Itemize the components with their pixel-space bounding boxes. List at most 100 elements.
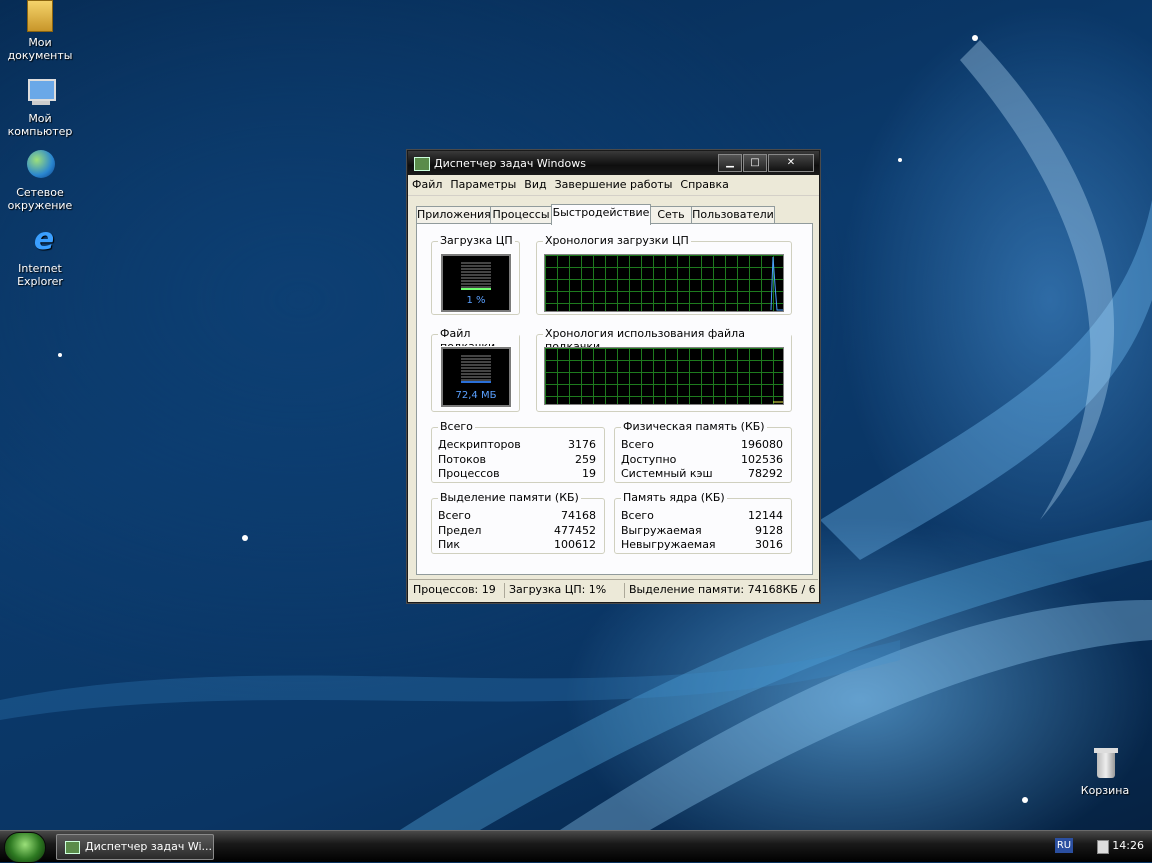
kernel-total-label: Всего [621, 509, 654, 522]
my-computer-icon [23, 76, 57, 110]
commit-peak-label: Пик [438, 538, 461, 551]
close-button[interactable]: ✕ [768, 154, 814, 172]
pagefile-meter: 72,4 МБ [440, 346, 512, 408]
start-button[interactable] [4, 832, 46, 863]
pagefile-history-graph [544, 347, 784, 405]
physical-cache-value: 78292 [748, 467, 783, 480]
physical-available-label: Доступно [621, 453, 677, 466]
physical-memory-row: Доступно 102536 [621, 453, 783, 467]
title-bar[interactable]: Диспетчер задач Windows ▁ □ ✕ [408, 151, 819, 175]
commit-charge-row: Всего 74168 [438, 509, 596, 523]
totals-group: Всего Дескрипторов 3176 Потоков 259 Процес… [431, 420, 605, 483]
commit-charge-row: Предел 477452 [438, 524, 596, 538]
commit-charge-group: Выделение памяти (КБ) Всего 74168 Предел 4… [431, 491, 605, 554]
physical-cache-label: Системный кэш [621, 467, 713, 480]
menu-file[interactable]: Файл [408, 175, 446, 191]
performance-panel: Загрузка ЦП 1 % Хронология загрузки ЦП Ф… [416, 223, 813, 575]
status-processes: Процессов: 19 [413, 583, 496, 596]
kernel-paged-value: 9128 [755, 524, 783, 537]
desktop-icon-internet-explorer[interactable]: e Internet Explorer [2, 222, 78, 289]
kernel-memory-row: Всего 12144 [621, 509, 783, 523]
desktop-icon-my-documents[interactable]: Мои документы [2, 0, 78, 62]
desktop-icon-my-computer[interactable]: Мой компьютер [2, 76, 78, 138]
physical-total-label: Всего [621, 438, 654, 451]
tray-icon[interactable] [1097, 840, 1109, 854]
taskbar-button-label: Диспетчер задач Wi... [85, 840, 213, 853]
pagefile-history-group: Хронология использования файла подкачки [536, 327, 792, 412]
tab-performance[interactable]: Быстродействие [551, 204, 651, 225]
totals-threads-value: 259 [575, 453, 596, 466]
desktop-icon-label: Сетевое окружение [7, 186, 73, 212]
cpu-usage-fill [461, 288, 491, 290]
tab-users[interactable]: Пользователи [691, 206, 775, 224]
tab-applications[interactable]: Приложения [416, 206, 491, 224]
recycle-bin-icon [1088, 748, 1122, 782]
minimize-button[interactable]: ▁ [718, 154, 742, 172]
menu-bar: Файл Параметры Вид Завершение работы Справка [408, 175, 819, 196]
cpu-usage-bars [461, 262, 491, 290]
maximize-button[interactable]: □ [743, 154, 767, 172]
commit-peak-value: 100612 [554, 538, 596, 551]
commit-total-label: Всего [438, 509, 471, 522]
kernel-memory-label: Память ядра (КБ) [621, 491, 727, 504]
commit-limit-value: 477452 [554, 524, 596, 537]
task-manager-icon [414, 157, 430, 171]
kernel-memory-row: Выгружаемая 9128 [621, 524, 783, 538]
physical-memory-group: Физическая память (КБ) Всего 196080 Досту… [614, 420, 792, 483]
desktop-icon-label: Корзина [1080, 784, 1130, 797]
menu-shutdown[interactable]: Завершение работы [551, 175, 677, 191]
physical-memory-row: Всего 196080 [621, 438, 783, 452]
menu-view[interactable]: Вид [520, 175, 550, 191]
physical-available-value: 102536 [741, 453, 783, 466]
task-manager-icon [65, 841, 80, 854]
internet-explorer-icon: e [33, 222, 55, 257]
totals-processes-label: Процессов [438, 467, 500, 480]
cpu-history-group: Хронология загрузки ЦП [536, 234, 792, 315]
language-indicator[interactable]: RU [1055, 838, 1073, 853]
totals-row: Процессов 19 [438, 467, 596, 481]
cpu-history-label: Хронология загрузки ЦП [543, 234, 691, 247]
totals-row: Дескрипторов 3176 [438, 438, 596, 452]
network-places-icon [23, 150, 57, 184]
taskbar-button-task-manager[interactable]: Диспетчер задач Wi... [56, 834, 214, 860]
physical-memory-row: Системный кэш 78292 [621, 467, 783, 481]
cpu-usage-meter: 1 % [440, 253, 512, 313]
commit-limit-label: Предел [438, 524, 482, 537]
commit-charge-row: Пик 100612 [438, 538, 596, 552]
tab-networking[interactable]: Сеть [650, 206, 692, 224]
window-title: Диспетчер задач Windows [434, 157, 586, 170]
totals-handles-value: 3176 [568, 438, 596, 451]
kernel-total-value: 12144 [748, 509, 783, 522]
desktop-icon-recycle-bin[interactable]: Корзина [1067, 748, 1143, 797]
cpu-usage-label: Загрузка ЦП [438, 234, 515, 247]
totals-processes-value: 19 [582, 467, 596, 480]
physical-memory-label: Физическая память (КБ) [621, 420, 767, 433]
menu-options[interactable]: Параметры [446, 175, 520, 191]
cpu-history-line [770, 256, 783, 311]
clock[interactable]: 14:26 [1112, 839, 1144, 852]
cpu-history-graph [544, 254, 784, 312]
pagefile-history-line [773, 401, 783, 403]
totals-handles-label: Дескрипторов [438, 438, 521, 451]
kernel-memory-group: Память ядра (КБ) Всего 12144 Выгружаемая 9… [614, 491, 792, 554]
taskbar: Диспетчер задач Wi... RU 14:26 [0, 830, 1152, 863]
status-bar: Процессов: 19 Загрузка ЦП: 1% Выделение … [409, 579, 818, 601]
desktop-icon-network-places[interactable]: Сетевое окружение [2, 150, 78, 212]
menu-help[interactable]: Справка [676, 175, 732, 191]
tab-processes[interactable]: Процессы [490, 206, 552, 224]
pagefile-value: 72,4 МБ [455, 390, 497, 401]
pagefile-fill [461, 381, 491, 383]
my-documents-folder-icon [23, 0, 57, 34]
desktop-icon-label: Мои документы [7, 36, 73, 62]
status-cpu: Загрузка ЦП: 1% [504, 583, 619, 598]
kernel-paged-label: Выгружаемая [621, 524, 702, 537]
cpu-usage-group: Загрузка ЦП 1 % [431, 234, 520, 315]
kernel-memory-row: Невыгружаемая 3016 [621, 538, 783, 552]
commit-total-value: 74168 [561, 509, 596, 522]
kernel-nonpaged-label: Невыгружаемая [621, 538, 716, 551]
desktop-icon-label: Мой компьютер [7, 112, 73, 138]
task-manager-window[interactable]: Диспетчер задач Windows ▁ □ ✕ Файл Параме… [407, 150, 820, 603]
totals-threads-label: Потоков [438, 453, 486, 466]
physical-total-value: 196080 [741, 438, 783, 451]
commit-charge-label: Выделение памяти (КБ) [438, 491, 581, 504]
